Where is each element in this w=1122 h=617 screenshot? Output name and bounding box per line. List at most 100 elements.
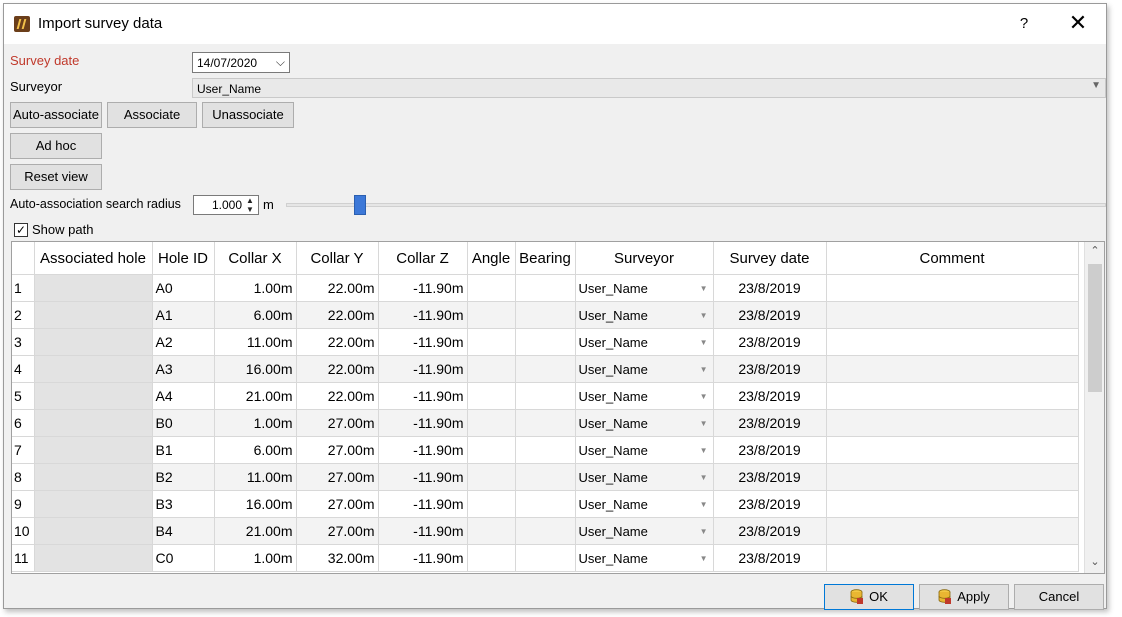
survey-date-cell[interactable]: 23/8/2019 (713, 544, 827, 572)
associated-hole-cell[interactable] (34, 436, 153, 464)
hole-id-cell[interactable]: A0 (152, 274, 215, 302)
survey-date-cell[interactable]: 23/8/2019 (713, 274, 827, 302)
chevron-down-icon[interactable]: ▼ (700, 527, 708, 536)
bearing-cell[interactable] (515, 436, 576, 464)
hole-id-cell[interactable]: A2 (152, 328, 215, 356)
column-header-angle[interactable]: Angle (467, 242, 516, 275)
chevron-down-icon[interactable]: ▼ (700, 338, 708, 347)
table-row[interactable]: 4 A3 16.00m 22.00m -11.90m User_Name ▼ 23/8/201… (12, 355, 1079, 383)
associated-hole-cell[interactable] (34, 382, 153, 410)
collar-x-cell[interactable]: 6.00m (214, 301, 297, 329)
angle-cell[interactable] (467, 436, 516, 464)
collar-y-cell[interactable]: 22.00m (296, 274, 379, 302)
associated-hole-cell[interactable] (34, 490, 153, 518)
comment-cell[interactable] (826, 382, 1079, 410)
collar-z-cell[interactable]: -11.90m (378, 355, 468, 383)
collar-z-cell[interactable]: -11.90m (378, 328, 468, 356)
reset-view-button[interactable]: Reset view (10, 164, 102, 190)
surveyor-cell[interactable]: User_Name ▼ (575, 328, 714, 356)
associated-hole-cell[interactable] (34, 544, 153, 572)
ad-hoc-button[interactable]: Ad hoc (10, 133, 102, 159)
angle-cell[interactable] (467, 274, 516, 302)
show-path-checkbox[interactable]: ✓ (14, 223, 28, 237)
hole-id-cell[interactable]: B0 (152, 409, 215, 437)
angle-cell[interactable] (467, 409, 516, 437)
table-row[interactable]: 10 B4 21.00m 27.00m -11.90m User_Name ▼ 23/8/20… (12, 517, 1079, 545)
survey-date-cell[interactable]: 23/8/2019 (713, 436, 827, 464)
column-header-associated-hole[interactable]: Associated hole (34, 242, 153, 275)
hole-id-cell[interactable]: B2 (152, 463, 215, 491)
survey-date-cell[interactable]: 23/8/2019 (713, 490, 827, 518)
collar-x-cell[interactable]: 1.00m (214, 544, 297, 572)
surveyor-cell[interactable]: User_Name ▼ (575, 517, 714, 545)
collar-y-cell[interactable]: 27.00m (296, 490, 379, 518)
hole-id-cell[interactable]: A3 (152, 355, 215, 383)
apply-button[interactable]: Apply (919, 584, 1009, 610)
surveyor-cell[interactable]: User_Name ▼ (575, 274, 714, 302)
collar-x-cell[interactable]: 1.00m (214, 274, 297, 302)
chevron-down-icon[interactable]: ▼ (700, 419, 708, 428)
angle-cell[interactable] (467, 355, 516, 383)
angle-cell[interactable] (467, 301, 516, 329)
collar-z-cell[interactable]: -11.90m (378, 301, 468, 329)
collar-x-cell[interactable]: 11.00m (214, 463, 297, 491)
chevron-down-icon[interactable]: ▼ (700, 284, 708, 293)
collar-y-cell[interactable]: 22.00m (296, 355, 379, 383)
table-row[interactable]: 1 A0 1.00m 22.00m -11.90m User_Name ▼ 23/8/2019 (12, 274, 1079, 302)
surveyor-cell[interactable]: User_Name ▼ (575, 382, 714, 410)
collar-x-cell[interactable]: 16.00m (214, 355, 297, 383)
surveyor-cell[interactable]: User_Name ▼ (575, 463, 714, 491)
table-row[interactable]: 8 B2 11.00m 27.00m -11.90m User_Name ▼ 23/8/201… (12, 463, 1079, 491)
collar-x-cell[interactable]: 6.00m (214, 436, 297, 464)
table-row[interactable]: 9 B3 16.00m 27.00m -11.90m User_Name ▼ 23/8/201… (12, 490, 1079, 518)
angle-cell[interactable] (467, 463, 516, 491)
collar-y-cell[interactable]: 27.00m (296, 517, 379, 545)
collar-y-cell[interactable]: 22.00m (296, 301, 379, 329)
hole-id-cell[interactable]: A1 (152, 301, 215, 329)
close-icon[interactable]: ✕ (1066, 10, 1090, 36)
table-row[interactable]: 3 A2 11.00m 22.00m -11.90m User_Name ▼ 23/8/201… (12, 328, 1079, 356)
collar-z-cell[interactable]: -11.90m (378, 517, 468, 545)
chevron-up-icon[interactable]: ⌃ (1085, 244, 1104, 257)
column-header-survey-date[interactable]: Survey date (713, 242, 827, 275)
collar-y-cell[interactable]: 27.00m (296, 463, 379, 491)
hole-id-cell[interactable]: B1 (152, 436, 215, 464)
column-header-collar-y[interactable]: Collar Y (296, 242, 379, 275)
chevron-down-icon[interactable]: ▼ (700, 500, 708, 509)
angle-cell[interactable] (467, 328, 516, 356)
survey-date-picker[interactable]: 14/07/2020 ⌵ (192, 52, 290, 73)
comment-cell[interactable] (826, 355, 1079, 383)
spin-arrows-icon[interactable]: ▲ ▼ (244, 196, 256, 214)
search-radius-slider[interactable] (286, 203, 1106, 207)
associated-hole-cell[interactable] (34, 409, 153, 437)
collar-x-cell[interactable]: 16.00m (214, 490, 297, 518)
collar-z-cell[interactable]: -11.90m (378, 274, 468, 302)
cancel-button[interactable]: Cancel (1014, 584, 1104, 610)
chevron-down-icon[interactable]: ▼ (700, 554, 708, 563)
comment-cell[interactable] (826, 490, 1079, 518)
surveyor-cell[interactable]: User_Name ▼ (575, 490, 714, 518)
survey-date-cell[interactable]: 23/8/2019 (713, 328, 827, 356)
table-row[interactable]: 2 A1 6.00m 22.00m -11.90m User_Name ▼ 23/8/2019 (12, 301, 1079, 329)
associated-hole-cell[interactable] (34, 274, 153, 302)
column-header-hole-id[interactable]: Hole ID (152, 242, 215, 275)
ok-button[interactable]: OK (824, 584, 914, 610)
comment-cell[interactable] (826, 544, 1079, 572)
bearing-cell[interactable] (515, 544, 576, 572)
chevron-down-icon[interactable]: ▼ (700, 473, 708, 482)
collar-z-cell[interactable]: -11.90m (378, 544, 468, 572)
angle-cell[interactable] (467, 382, 516, 410)
collar-z-cell[interactable]: -11.90m (378, 436, 468, 464)
collar-y-cell[interactable]: 27.00m (296, 409, 379, 437)
bearing-cell[interactable] (515, 274, 576, 302)
collar-x-cell[interactable]: 11.00m (214, 328, 297, 356)
table-row[interactable]: 6 B0 1.00m 27.00m -11.90m User_Name ▼ 23/8/2019 (12, 409, 1079, 437)
survey-date-cell[interactable]: 23/8/2019 (713, 409, 827, 437)
associated-hole-cell[interactable] (34, 301, 153, 329)
survey-date-cell[interactable]: 23/8/2019 (713, 382, 827, 410)
surveyor-select[interactable]: User_Name ▼ (192, 78, 1106, 98)
survey-date-cell[interactable]: 23/8/2019 (713, 355, 827, 383)
surveyor-cell[interactable]: User_Name ▼ (575, 301, 714, 329)
unassociate-button[interactable]: Unassociate (202, 102, 294, 128)
column-header-comment[interactable]: Comment (826, 242, 1079, 275)
